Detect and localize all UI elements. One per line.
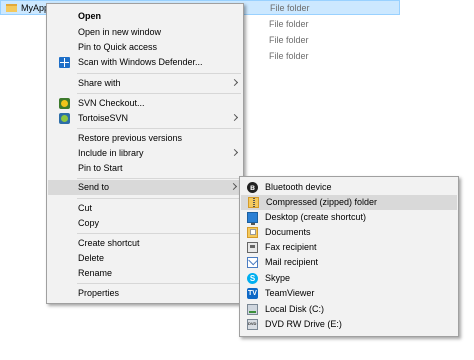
menu-separator [77, 93, 241, 94]
send-to-dvd[interactable]: DVD RW Drive (E:) [240, 317, 458, 332]
file-type: File folder [269, 35, 309, 45]
menu-item-label: Send to [78, 182, 110, 192]
menu-item-label: Open [78, 11, 102, 21]
bluetooth-icon: ʙ [247, 182, 258, 193]
tortoise-svn-icon [59, 113, 70, 124]
menu-item-create-shortcut[interactable]: Create shortcut [47, 236, 243, 251]
menu-item-pin-quick-access[interactable]: Pin to Quick access [47, 40, 243, 55]
send-to-local-disk[interactable]: Local Disk (C:) [240, 302, 458, 317]
chevron-right-icon [230, 113, 239, 122]
send-to-bluetooth[interactable]: ʙ Bluetooth device [240, 180, 458, 195]
menu-item-cut[interactable]: Cut [47, 201, 243, 216]
hard-drive-icon [247, 304, 258, 315]
folder-icon [6, 4, 17, 12]
menu-item-rename[interactable]: Rename [47, 266, 243, 281]
menu-item-label: Create shortcut [78, 238, 140, 248]
send-to-submenu: ʙ Bluetooth device Compressed (zipped) f… [239, 176, 459, 337]
menu-item-share-with[interactable]: Share with [47, 76, 243, 91]
send-to-desktop[interactable]: Desktop (create shortcut) [240, 210, 458, 225]
menu-item-label: Skype [265, 273, 291, 283]
chevron-right-icon [229, 182, 238, 191]
file-type: File folder [269, 51, 309, 61]
svn-checkout-icon [59, 98, 70, 109]
defender-icon [59, 57, 70, 68]
mail-icon [247, 257, 258, 268]
send-to-fax[interactable]: Fax recipient [240, 240, 458, 255]
chevron-right-icon [230, 148, 239, 157]
dvd-drive-icon [247, 319, 258, 330]
menu-item-scan-defender[interactable]: Scan with Windows Defender... [47, 55, 243, 70]
menu-item-properties[interactable]: Properties [47, 286, 243, 301]
send-to-teamviewer[interactable]: TV TeamViewer [240, 286, 458, 301]
menu-item-label: Bluetooth device [265, 182, 332, 192]
menu-item-pin-start[interactable]: Pin to Start [47, 161, 243, 176]
menu-item-copy[interactable]: Copy [47, 216, 243, 231]
menu-item-label: Mail recipient [265, 257, 319, 267]
file-type: File folder [269, 19, 309, 29]
menu-item-label: Delete [78, 253, 105, 263]
context-menu: Open Open in new window Pin to Quick acc… [46, 3, 244, 304]
menu-item-label: Local Disk (C:) [265, 304, 325, 314]
menu-item-delete[interactable]: Delete [47, 251, 243, 266]
menu-item-label: Fax recipient [265, 242, 317, 252]
menu-item-svn-checkout[interactable]: SVN Checkout... [47, 96, 243, 111]
send-to-compressed-folder[interactable]: Compressed (zipped) folder [241, 195, 457, 210]
menu-item-label: Properties [78, 288, 120, 298]
menu-item-label: Rename [78, 268, 113, 278]
menu-item-label: Share with [78, 78, 121, 88]
menu-item-label: Pin to Start [78, 163, 123, 173]
menu-item-open[interactable]: Open [47, 9, 243, 24]
send-to-documents[interactable]: Documents [240, 225, 458, 240]
send-to-mail[interactable]: Mail recipient [240, 255, 458, 270]
menu-item-label: Copy [78, 218, 100, 228]
menu-separator [77, 178, 241, 179]
desktop-icon [247, 212, 258, 225]
menu-item-send-to[interactable]: Send to [48, 180, 242, 195]
menu-item-label: Include in library [78, 148, 144, 158]
menu-item-label: DVD RW Drive (E:) [265, 319, 342, 329]
teamviewer-icon: TV [247, 288, 258, 299]
chevron-right-icon [230, 78, 239, 87]
menu-item-label: Restore previous versions [78, 133, 183, 143]
menu-item-tortoise-svn[interactable]: TortoiseSVN [47, 111, 243, 126]
documents-icon [247, 227, 258, 238]
menu-item-include-library[interactable]: Include in library [47, 146, 243, 161]
menu-separator [77, 283, 241, 284]
menu-item-restore-versions[interactable]: Restore previous versions [47, 131, 243, 146]
menu-item-label: TortoiseSVN [78, 113, 129, 123]
menu-item-open-new-window[interactable]: Open in new window [47, 25, 243, 40]
menu-item-label: TeamViewer [265, 288, 315, 298]
menu-item-label: Open in new window [78, 27, 162, 37]
zip-folder-icon [248, 197, 259, 208]
menu-item-label: Documents [265, 227, 311, 237]
menu-item-label: SVN Checkout... [78, 98, 145, 108]
menu-item-label: Desktop (create shortcut) [265, 212, 367, 222]
fax-icon [247, 242, 258, 253]
menu-separator [77, 233, 241, 234]
send-to-skype[interactable]: S Skype [240, 271, 458, 286]
menu-item-label: Scan with Windows Defender... [78, 57, 203, 67]
menu-item-label: Compressed (zipped) folder [266, 197, 378, 207]
menu-separator [77, 128, 241, 129]
skype-icon: S [247, 273, 258, 284]
file-type: File folder [270, 3, 310, 13]
menu-separator [77, 73, 241, 74]
menu-item-label: Pin to Quick access [78, 42, 158, 52]
menu-separator [77, 198, 241, 199]
menu-item-label: Cut [78, 203, 93, 213]
